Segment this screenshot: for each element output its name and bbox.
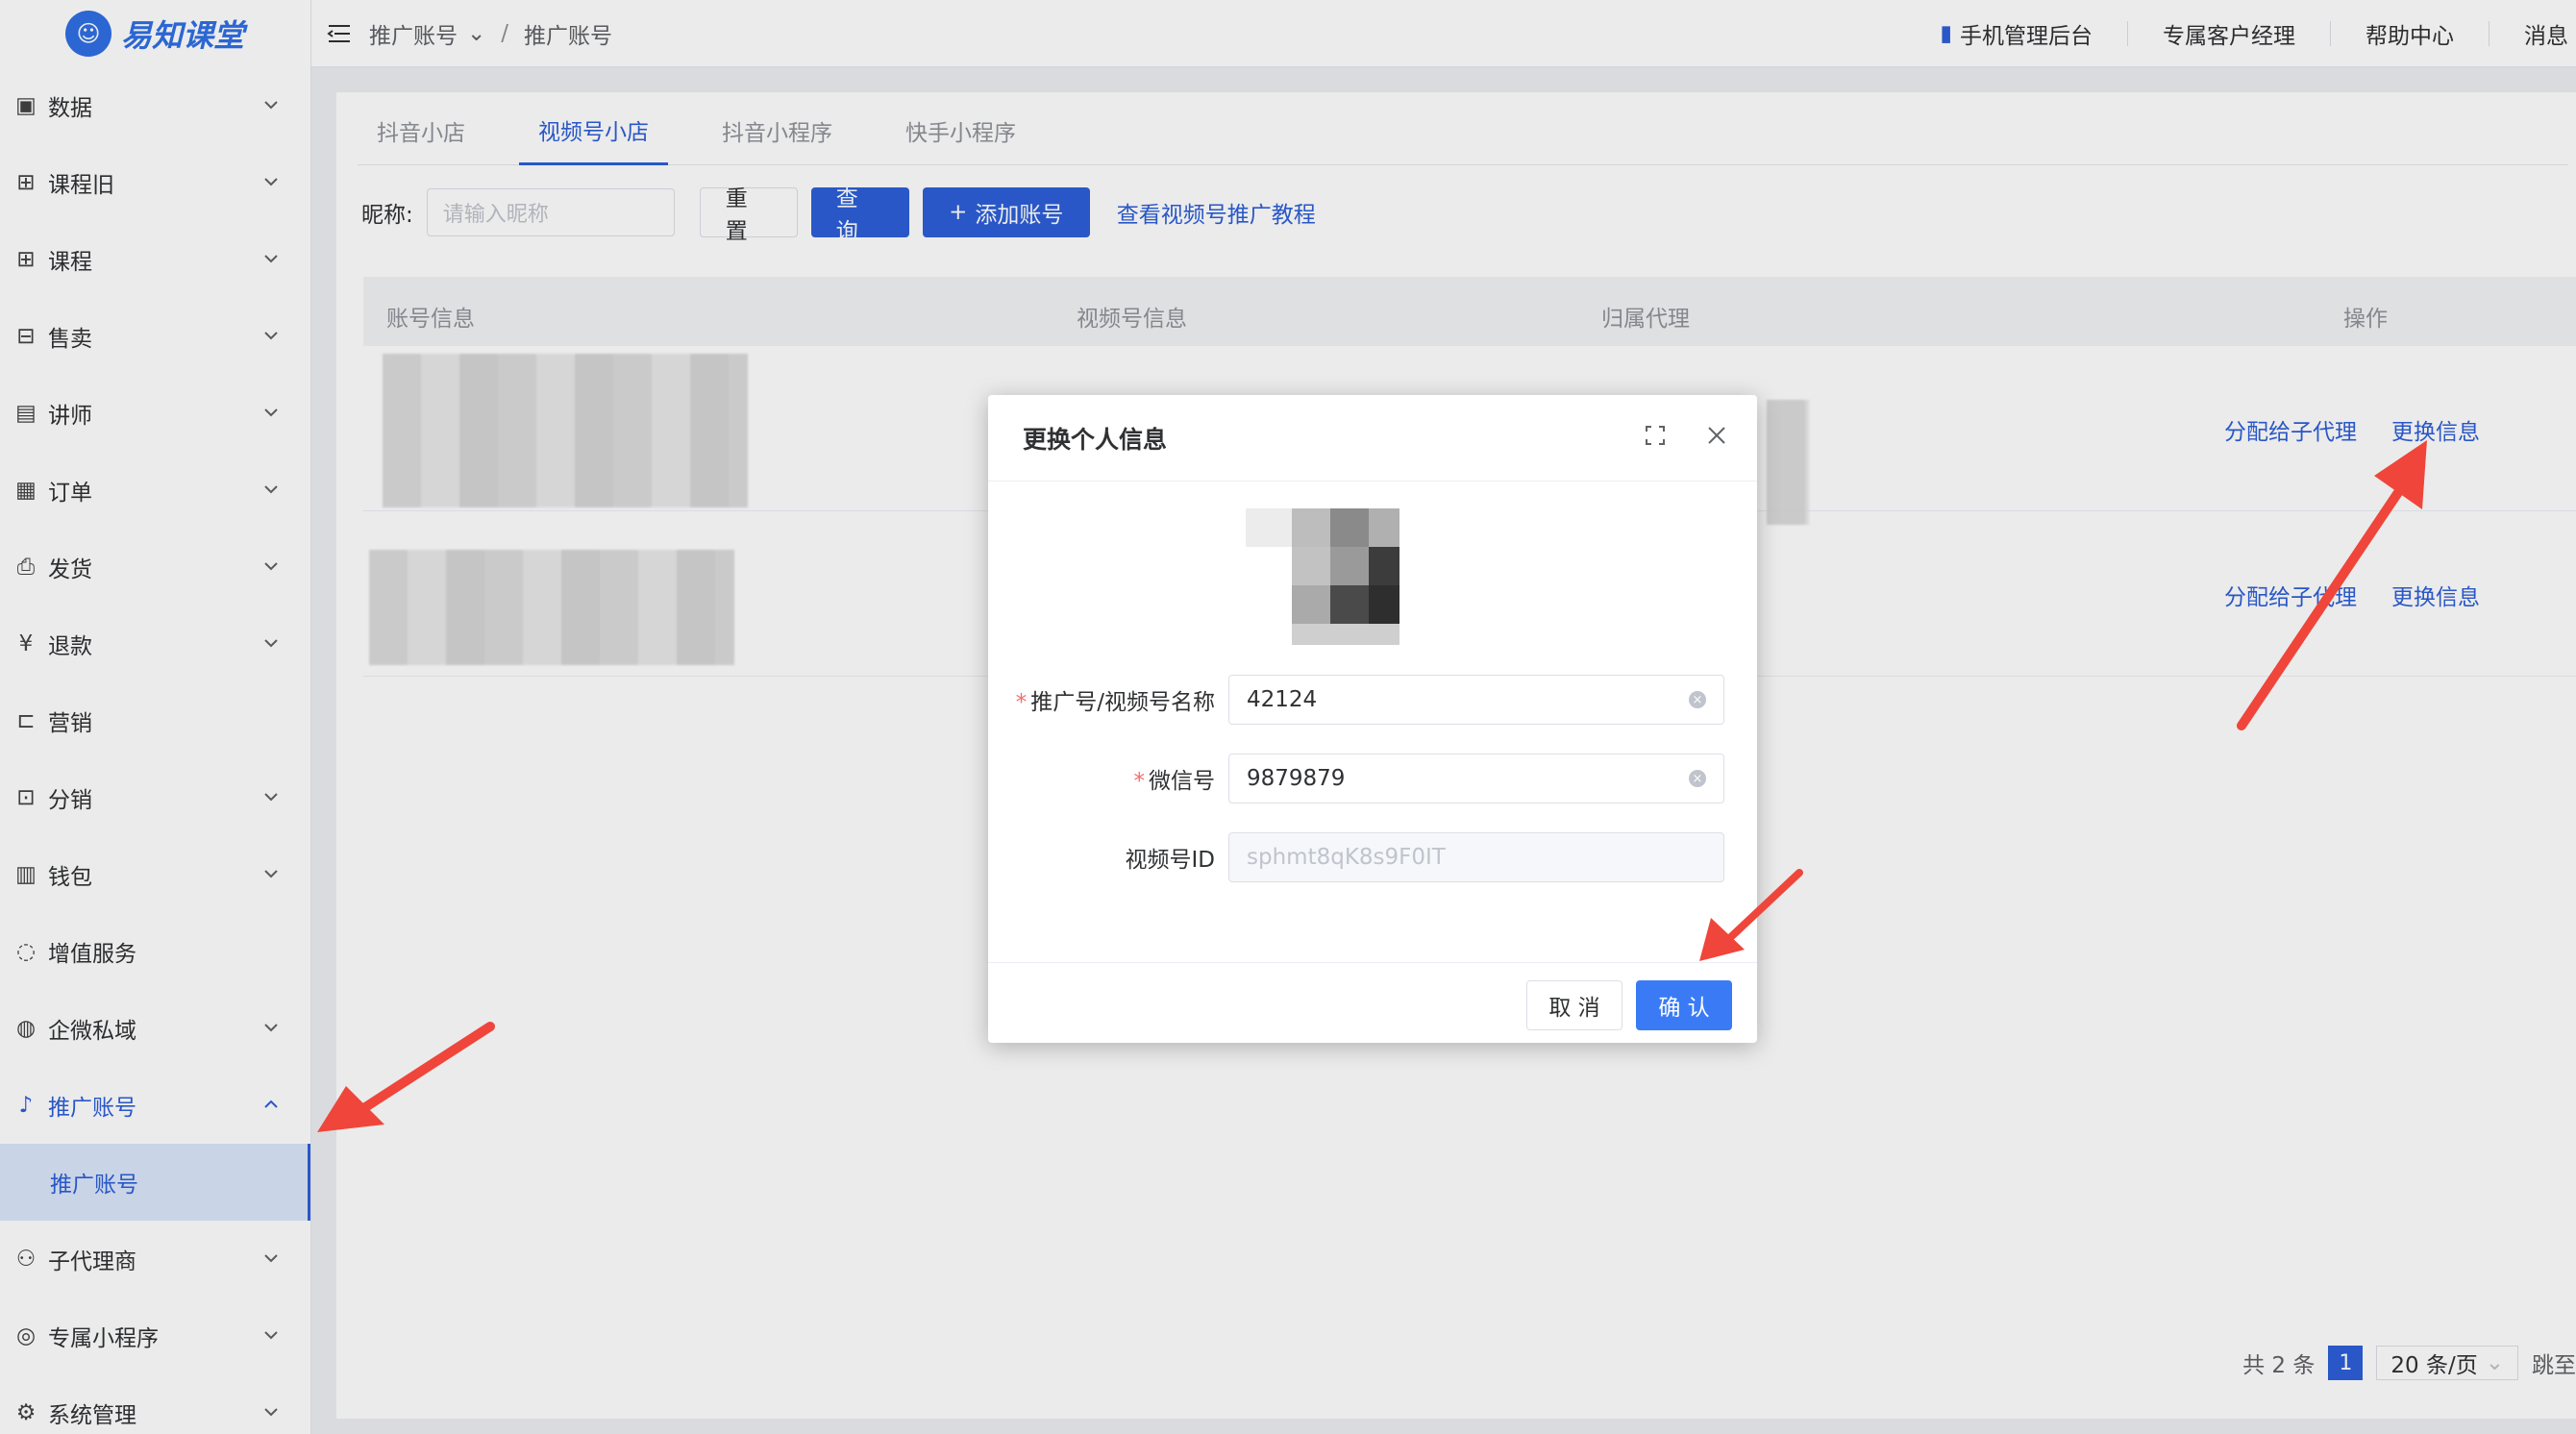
dialog-title: 更换个人信息: [1023, 425, 1168, 454]
cancel-button[interactable]: 取 消: [1526, 980, 1622, 1030]
promo-name-input[interactable]: 42124 ×: [1228, 675, 1724, 725]
fullscreen-icon[interactable]: [1644, 424, 1667, 453]
annotation-arrow-icon: [2237, 440, 2427, 730]
clear-icon[interactable]: ×: [1689, 770, 1706, 787]
promo-name-value: 42124: [1247, 687, 1318, 712]
dialog-header: 更换个人信息: [988, 395, 1757, 482]
dialog-footer: 取 消 确 认: [988, 962, 1757, 1043]
close-icon[interactable]: [1705, 424, 1728, 453]
change-info-dialog: 更换个人信息 * 推广号/视频号名称 42124 × * 微信号 9879879…: [988, 395, 1757, 1043]
annotation-arrow-icon: [317, 1022, 495, 1132]
dialog-header-icons: [1644, 424, 1728, 453]
video-id-input: sphmt8qK8s9F0IT: [1228, 832, 1724, 882]
clear-icon[interactable]: ×: [1689, 691, 1706, 708]
avatar: [1246, 508, 1399, 645]
wechat-id-input[interactable]: 9879879 ×: [1228, 754, 1724, 804]
form-row-video-id: 视频号ID sphmt8qK8s9F0IT: [988, 831, 1757, 883]
field-label: 视频号ID: [1125, 848, 1216, 873]
confirm-button[interactable]: 确 认: [1636, 980, 1732, 1030]
form-row-wechat: * 微信号 9879879 ×: [988, 753, 1757, 804]
annotation-arrow-icon: [1699, 869, 1803, 961]
video-id-value: sphmt8qK8s9F0IT: [1247, 845, 1446, 870]
form-row-name: * 推广号/视频号名称 42124 ×: [988, 674, 1757, 726]
wechat-id-value: 9879879: [1247, 766, 1346, 791]
field-label: * 推广号/视频号名称: [1015, 690, 1215, 715]
field-label: * 微信号: [1133, 769, 1216, 794]
